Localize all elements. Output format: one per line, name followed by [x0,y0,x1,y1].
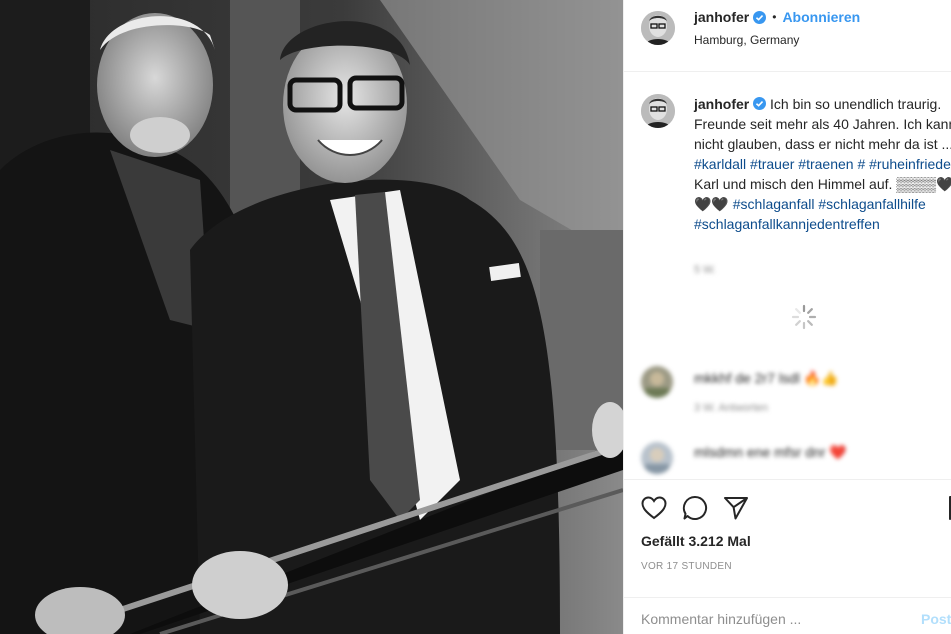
hashtag[interactable]: #trauer [750,156,794,172]
comment-text: mkkhf de 2r7 lsdl 🔥👍 [694,370,839,386]
comment-text: mlsdmn ene mfsr dnr ❤️ [694,444,847,460]
follow-button[interactable]: Abonnieren [782,9,860,25]
photo-image [0,0,623,634]
comment-meta: 3 W. Antworten [694,402,768,414]
header-user-row: janhofer • Abonnieren [694,9,860,25]
bookmark-icon[interactable] [944,494,951,522]
caption-text-2: Karl und misch den Himmel auf. [694,176,897,192]
instagram-post: janhofer • Abonnieren Hamburg, Germany j… [0,0,951,634]
header-username[interactable]: janhofer [694,9,749,25]
post-timestamp[interactable]: VOR 17 STUNDEN [641,561,732,572]
avatar[interactable] [641,11,675,45]
post-caption: janhofer Ich bin so unendlich traurig. F… [694,94,951,234]
post-comment-button[interactable]: Posten [921,611,951,627]
comment-icon[interactable] [681,494,709,522]
hashtag[interactable]: #traenen [798,156,853,172]
share-icon[interactable] [722,494,750,522]
verified-badge-icon [753,97,767,110]
hashtag[interactable]: # [857,156,865,172]
caption-username[interactable]: janhofer [694,96,749,112]
comment-box: Posten [624,598,951,634]
post-location[interactable]: Hamburg, Germany [694,33,799,47]
post-sidebar: janhofer • Abonnieren Hamburg, Germany j… [623,0,951,634]
comment-avatar[interactable] [641,366,673,398]
caption-avatar[interactable] [641,94,675,128]
hashtag[interactable]: #schlaganfallkannjedentreffen [694,216,880,232]
comment-avatar[interactable] [641,442,673,474]
hashtag[interactable]: #schlaganfall [733,196,815,212]
verified-badge-icon [753,10,767,24]
post-photo[interactable] [0,0,623,634]
post-header: janhofer • Abonnieren Hamburg, Germany [624,0,951,72]
heart-icon[interactable] [640,494,668,522]
loading-spinner-icon [791,304,817,330]
hashtag[interactable]: #schlaganfallhilfe [818,196,925,212]
post-actions: Gefällt 3.212 Mal VOR 17 STUNDEN [624,480,951,598]
like-count[interactable]: Gefällt 3.212 Mal [641,533,751,549]
hashtag[interactable]: #karldall [694,156,746,172]
hashtag[interactable]: #ruheinfrieden [869,156,951,172]
comment-input[interactable] [641,611,896,627]
caption-meta: 5 W. [694,264,717,276]
separator-dot: • [772,10,777,24]
comments-section: janhofer Ich bin so unendlich traurig. F… [624,72,951,480]
